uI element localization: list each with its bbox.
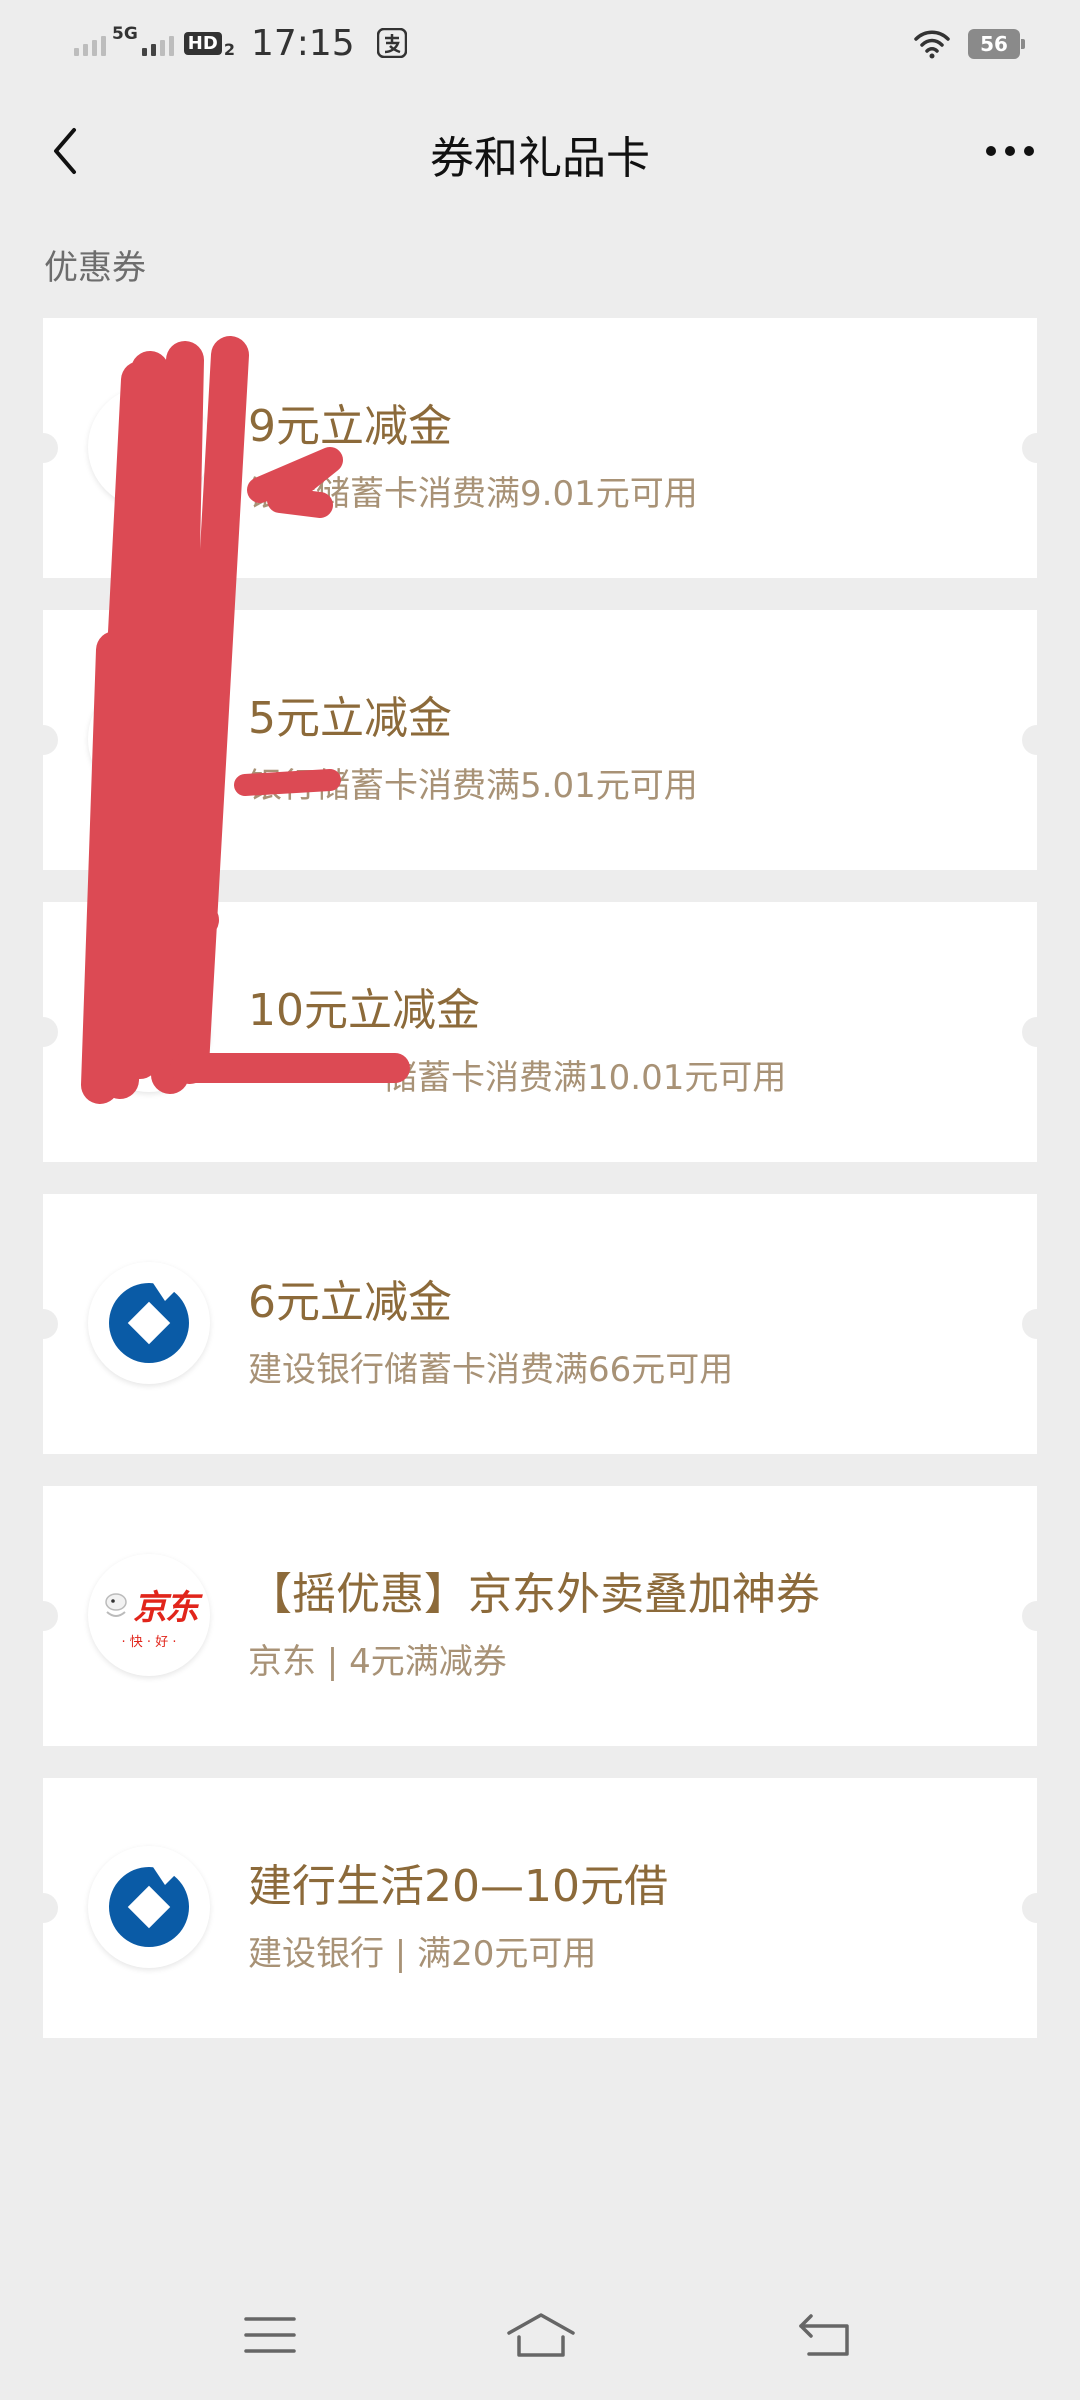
- coupon-desc: 京东 | 4元满减券: [248, 1642, 507, 1682]
- menu-button[interactable]: [240, 2310, 300, 2360]
- nav-bar: 券和礼品卡: [0, 86, 1080, 216]
- back-arrow-icon: [799, 2314, 849, 2356]
- system-nav-bar: [0, 2290, 1080, 2380]
- page-title: 券和礼品卡: [430, 133, 650, 184]
- ccb-logo-icon: [88, 1846, 210, 1968]
- coupon-desc: 银行储蓄卡消费满5.01元可用: [248, 766, 698, 806]
- coupon-desc: 建设银行储蓄卡消费满66元可用: [248, 1350, 734, 1390]
- status-left: 5G HD 2 17:15: [74, 18, 407, 68]
- signal-icon-sim1: [74, 30, 106, 56]
- more-dot: [1005, 146, 1015, 156]
- ccb-logo-icon: [88, 1262, 210, 1384]
- bank-logo-icon: [88, 678, 210, 800]
- coupon-title: 5元立减金: [248, 693, 452, 744]
- status-bar: 5G HD 2 17:15 56: [0, 0, 1080, 86]
- coupon-list: 9元立减金 银行储蓄卡消费满9.01元可用 5元立减金 银行储蓄卡消费满5.01…: [28, 318, 1052, 2070]
- coupon-title: 9元立减金: [248, 401, 452, 452]
- battery-icon: 56: [968, 29, 1025, 59]
- coupon-title: 6元立减金: [248, 1277, 452, 1328]
- hd-badge: HD: [183, 31, 222, 55]
- coupon-title: 建行生活20—10元借: [248, 1861, 668, 1912]
- home-icon: [507, 2313, 575, 2357]
- more-dot: [986, 146, 996, 156]
- coupon-card[interactable]: 9元立减金 银行储蓄卡消费满9.01元可用: [28, 318, 1052, 578]
- bank-logo-icon: [88, 970, 210, 1092]
- hd-sub: 2: [223, 39, 235, 59]
- bank-logo-icon: [88, 386, 210, 508]
- battery-level: 56: [980, 32, 1008, 56]
- jd-logo-sub: · 快 · 好 ·: [121, 1635, 177, 1650]
- coupon-card[interactable]: 建行生活20—10元借 建设银行 | 满20元可用: [28, 1778, 1052, 2038]
- coupon-desc: 银行储蓄卡消费满9.01元可用: [248, 474, 698, 514]
- section-label-coupons: 优惠券: [44, 248, 146, 288]
- coupon-card[interactable]: 5元立减金 银行储蓄卡消费满5.01元可用: [28, 610, 1052, 870]
- coupon-card[interactable]: 10元立减金 储蓄卡消费满10.01元可用: [28, 902, 1052, 1162]
- more-button[interactable]: [970, 116, 1050, 186]
- more-dot: [1024, 146, 1034, 156]
- coupon-title: 【摇优惠】京东外卖叠加神券: [248, 1569, 820, 1620]
- wifi-icon: [914, 30, 950, 59]
- jd-logo-icon: 京东 · 快 · 好 ·: [88, 1554, 210, 1676]
- back-nav-button[interactable]: [795, 2310, 855, 2360]
- alipay-icon: [376, 28, 407, 58]
- home-button[interactable]: [505, 2310, 577, 2360]
- jd-logo-text: 京东: [133, 1588, 199, 1628]
- coupon-desc: 建设银行 | 满20元可用: [248, 1934, 597, 1974]
- signal-icon-sim2: [141, 30, 174, 56]
- coupon-desc: 储蓄卡消费满10.01元可用: [383, 1058, 787, 1098]
- status-time: 17:15: [250, 22, 355, 64]
- menu-icon: [244, 2317, 296, 2353]
- jd-mascot-icon: [105, 1592, 127, 1617]
- coupon-card[interactable]: 6元立减金 建设银行储蓄卡消费满66元可用: [28, 1194, 1052, 1454]
- status-right: 56: [914, 24, 1025, 64]
- coupon-card[interactable]: 京东 · 快 · 好 · 【摇优惠】京东外卖叠加神券 京东 | 4元满减券: [28, 1486, 1052, 1746]
- coupon-title: 10元立减金: [248, 985, 480, 1036]
- network-type: 5G: [112, 24, 138, 44]
